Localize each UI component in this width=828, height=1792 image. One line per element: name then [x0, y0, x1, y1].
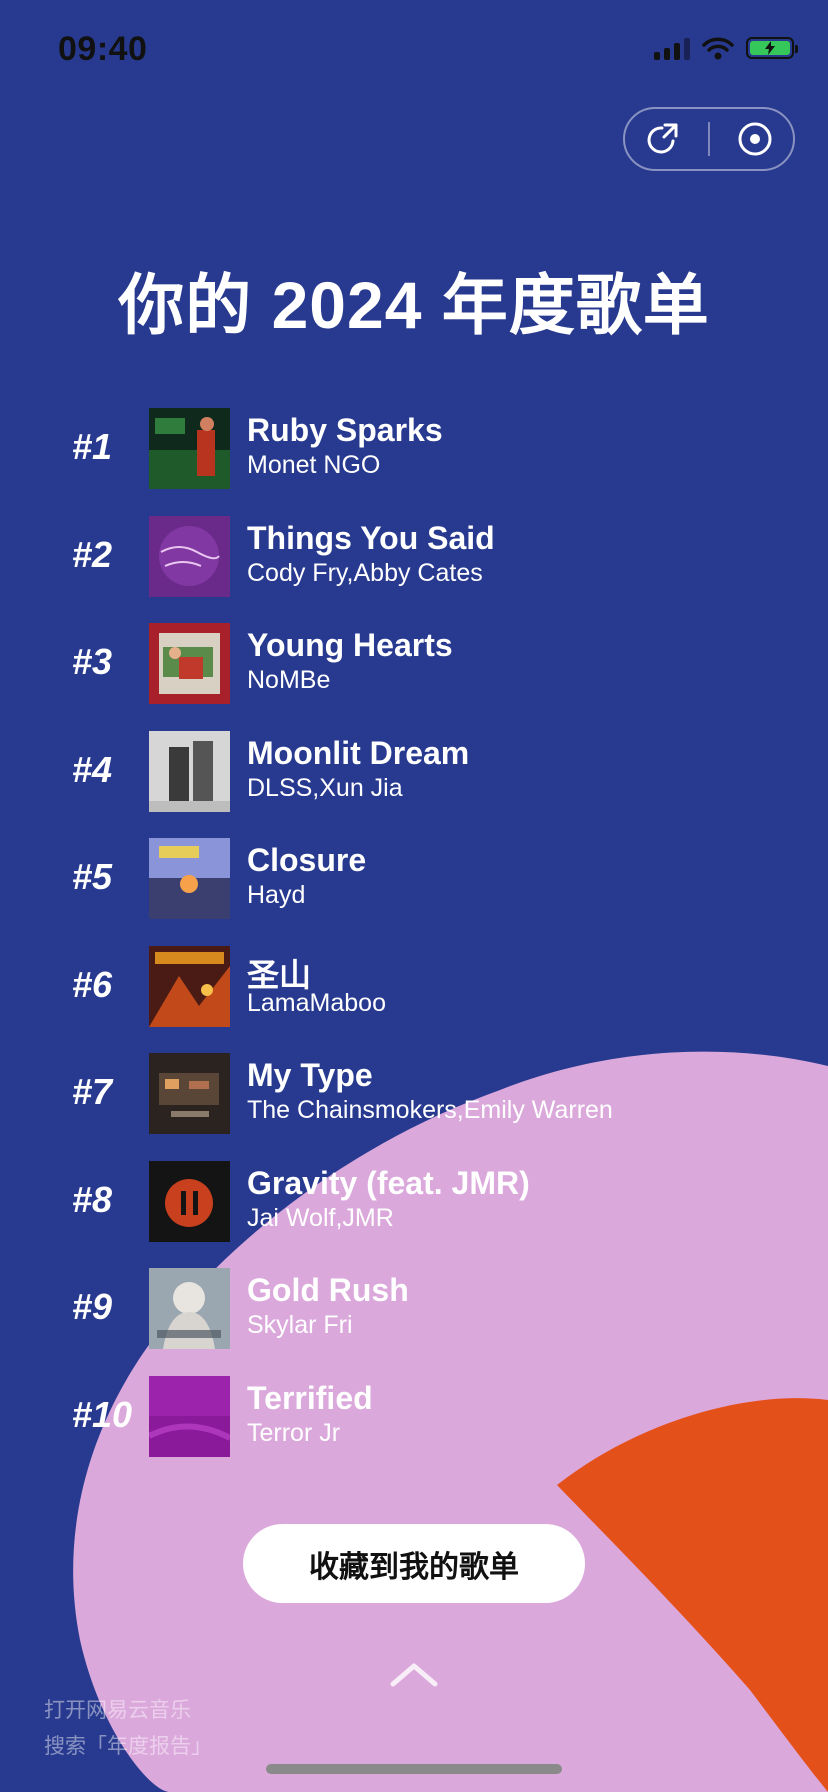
album-cover-6[interactable] [149, 945, 230, 1027]
share-button[interactable] [633, 114, 693, 164]
album-cover-10[interactable] [149, 1375, 230, 1457]
album-cover-1[interactable] [149, 408, 230, 489]
song-rank: #6 [72, 963, 113, 1005]
song-rank: #3 [72, 641, 113, 682]
song-row-3[interactable]: #3 Young Hearts NoMBe [0, 623, 828, 731]
song-artist: Terror Jr [247, 1418, 341, 1447]
battery-charging-icon [746, 37, 798, 59]
song-artist: DLSS,Xun Jia [247, 773, 403, 802]
wifi-icon [702, 37, 734, 60]
album-cover-4[interactable] [149, 730, 230, 812]
song-artist: The Chainsmokers,Emily Warren [247, 1096, 613, 1124]
chevron-up-icon[interactable] [389, 1660, 439, 1690]
signal-icon [654, 36, 690, 60]
song-row-7[interactable]: #7 My Type The Chainsmokers,Emily Warren [0, 1053, 828, 1161]
page-title: 你的 2024 年度歌单 [118, 268, 710, 342]
song-row-1[interactable]: #1 Ruby Sparks Monet NGO [0, 408, 828, 516]
home-indicator[interactable] [266, 1764, 562, 1774]
album-cover-9[interactable] [149, 1268, 230, 1349]
song-title: Ruby Sparks [247, 412, 443, 448]
song-row-9[interactable]: #9 Gold Rush Skylar Fri [0, 1268, 828, 1376]
song-artist: Cody Fry,Abby Cates [247, 558, 483, 587]
song-rank: #10 [72, 1393, 133, 1435]
watermark: 打开网易云音乐 搜索「年度报告」 [44, 1692, 212, 1764]
album-cover-8[interactable] [149, 1160, 230, 1242]
song-row-6[interactable]: #6 圣山 LamaMaboo [0, 945, 828, 1054]
song-list: #1 Ruby Sparks Monet NGO #2 Things You S… [0, 408, 828, 1483]
album-cover-2[interactable] [149, 515, 230, 597]
song-rank: #8 [72, 1178, 113, 1220]
song-row-5[interactable]: #5 Closure Hayd [0, 838, 828, 946]
album-cover-7[interactable] [149, 1053, 230, 1134]
song-artist: Skylar Fri [247, 1311, 353, 1339]
song-title: Moonlit Dream [247, 734, 470, 771]
song-artist: Hayd [247, 881, 306, 909]
capsule-divider [707, 122, 710, 156]
song-row-10[interactable]: #10 Terrified Terror Jr [0, 1375, 828, 1484]
song-artist: NoMBe [247, 666, 331, 694]
song-row-2[interactable]: #2 Things You Said Cody Fry,Abby Cates [0, 515, 828, 624]
status-bar: 09:40 [0, 0, 828, 100]
watermark-line-1: 打开网易云音乐 [44, 1698, 191, 1722]
song-rank: #2 [72, 533, 113, 575]
song-title: My Type [247, 1057, 373, 1093]
album-cover-3[interactable] [149, 623, 230, 704]
song-rank: #1 [72, 426, 113, 467]
song-title: Things You Said [247, 519, 495, 556]
song-row-8[interactable]: #8 Gravity (feat. JMR) Jai Wolf,JMR [0, 1160, 828, 1269]
song-artist: Jai Wolf,JMR [247, 1203, 394, 1232]
song-title: Young Hearts [247, 627, 453, 663]
song-rank: #4 [72, 748, 113, 790]
song-artist: Monet NGO [247, 451, 381, 479]
song-title: Gravity (feat. JMR) [247, 1164, 530, 1201]
share-icon [647, 123, 678, 154]
status-icons [654, 36, 798, 60]
song-rank: #5 [72, 856, 113, 897]
record-icon [738, 122, 772, 156]
top-actions-capsule [623, 107, 795, 171]
watermark-line-2: 搜索「年度报告」 [44, 1734, 212, 1758]
collect-to-playlist-button[interactable]: 收藏到我的歌单 [243, 1524, 585, 1603]
record-button[interactable] [725, 114, 785, 164]
song-rank: #9 [72, 1286, 113, 1327]
song-rank: #7 [72, 1071, 113, 1112]
song-artist: LamaMaboo [247, 988, 386, 1017]
song-row-4[interactable]: #4 Moonlit Dream DLSS,Xun Jia [0, 730, 828, 839]
album-cover-5[interactable] [149, 838, 230, 919]
song-title: Terrified [247, 1379, 373, 1416]
song-title: Closure [247, 842, 367, 878]
status-time: 09:40 [58, 30, 148, 68]
song-title: Gold Rush [247, 1272, 409, 1308]
